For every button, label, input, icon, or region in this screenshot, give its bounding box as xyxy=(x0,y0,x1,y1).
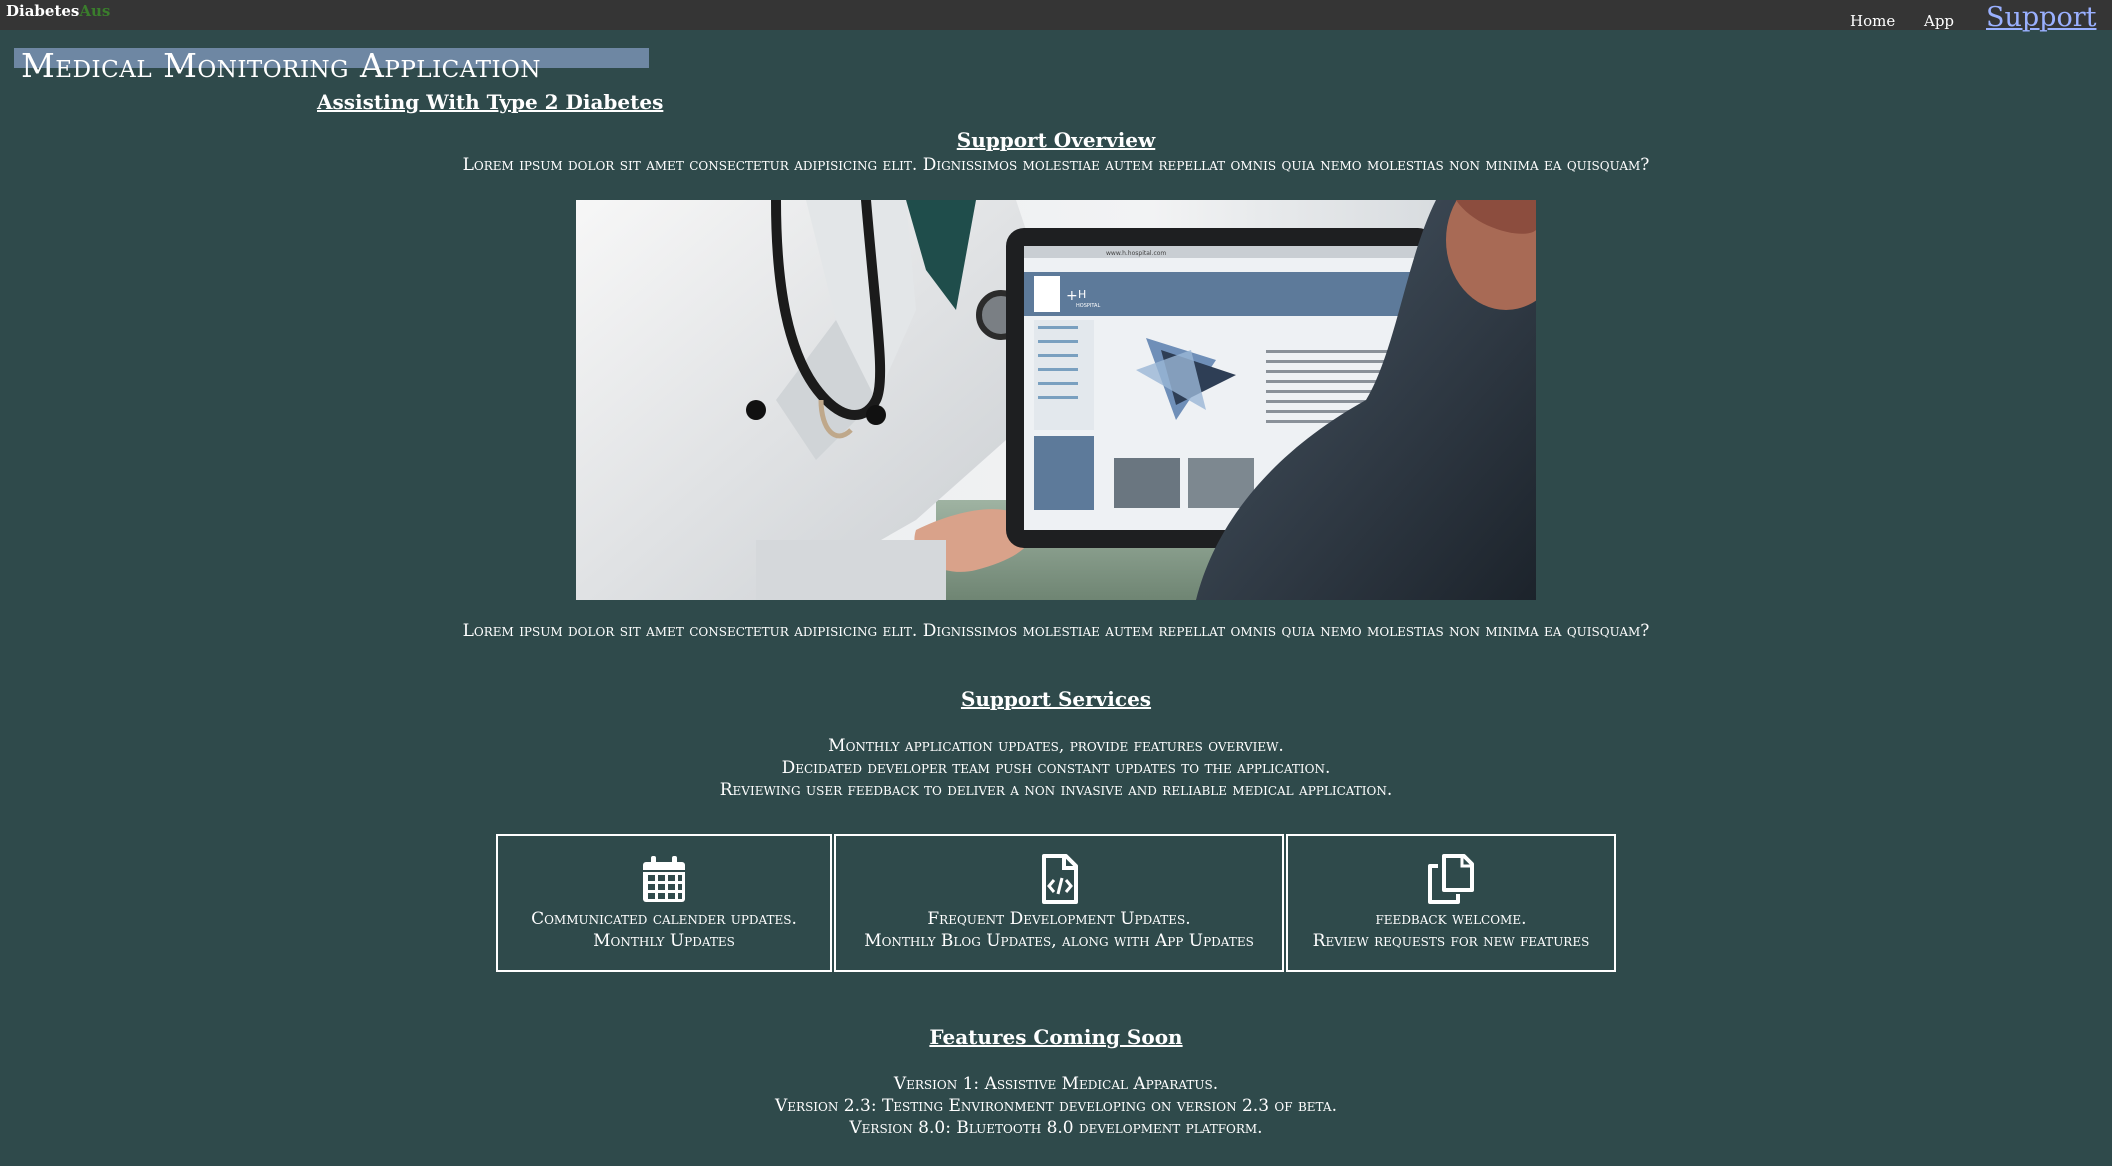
services-line-1: Monthly application updates, provide fea… xyxy=(828,736,1284,756)
page-subtitle: Assisting With Type 2 Diabetes xyxy=(317,90,664,114)
support-overview-heading: Support Overview xyxy=(956,128,1156,152)
support-services-heading: Support Services xyxy=(960,687,1152,711)
features-line-1: Version 1: Assistive Medical Apparatus. xyxy=(893,1074,1219,1094)
page-title: Medical Monitoring Application xyxy=(21,46,542,85)
features-line-2: Version 2.3: Testing Environment develop… xyxy=(775,1096,1337,1116)
service-card-development-line1: Frequent Development Updates. xyxy=(927,909,1191,929)
services-line-3: Reviewing user feedback to deliver a non… xyxy=(719,780,1393,800)
service-card-development-line2: Monthly Blog Updates, along with App Upd… xyxy=(864,931,1254,951)
copy-files-icon xyxy=(1428,854,1474,904)
brand-name-part2: Aus xyxy=(79,2,111,20)
overview-text-top: Lorem ipsum dolor sit amet consectetur a… xyxy=(462,155,1650,175)
brand-logo[interactable]: DiabetesAus xyxy=(6,2,110,20)
tablet-logo-text: H xyxy=(1078,288,1086,301)
nav-link-app[interactable]: App xyxy=(1924,12,1954,30)
service-card-development: Frequent Development Updates. Monthly Bl… xyxy=(834,834,1284,972)
service-card-calendar: Communicated calender updates. Monthly U… xyxy=(496,834,832,972)
service-cards: Communicated calender updates. Monthly U… xyxy=(496,834,1616,972)
tablet-logo-sub: HOSPITAL xyxy=(1076,303,1100,309)
features-heading: Features Coming Soon xyxy=(929,1025,1183,1049)
brand-name-part1: Diabetes xyxy=(6,2,80,20)
service-card-feedback-line2: Review requests for new features xyxy=(1312,931,1590,951)
code-file-icon xyxy=(1042,854,1078,904)
service-card-feedback: feedback welcome. Review requests for ne… xyxy=(1286,834,1616,972)
calendar-icon xyxy=(643,856,685,902)
svg-text:+: + xyxy=(1066,288,1078,304)
nav-link-support[interactable]: Support xyxy=(1986,2,2096,33)
service-card-calendar-line1: Communicated calender updates. xyxy=(531,909,797,929)
service-card-calendar-line2: Monthly Updates xyxy=(593,931,735,951)
services-line-2: Decidated developer team push constant u… xyxy=(781,758,1331,778)
features-line-3: Version 8.0: Bluetooth 8.0 development p… xyxy=(849,1118,1263,1138)
tablet-url-text: www.h.hospital.com xyxy=(1106,250,1166,257)
top-nav-bar: DiabetesAus Home App Support xyxy=(0,0,2112,33)
overview-text-bottom: Lorem ipsum dolor sit amet consectetur a… xyxy=(462,621,1650,641)
service-card-feedback-line1: feedback welcome. xyxy=(1375,909,1527,929)
nav-link-home[interactable]: Home xyxy=(1850,12,1895,30)
hero-image-doctor-tablet: www.h.hospital.com + H HOSPITAL xyxy=(576,200,1536,600)
